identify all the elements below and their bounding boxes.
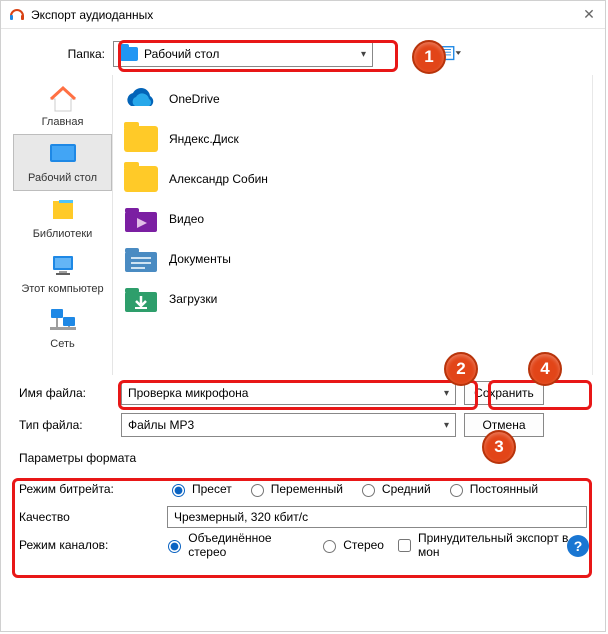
list-item-label: Загрузки — [169, 292, 217, 306]
list-item[interactable]: Видео — [119, 199, 586, 239]
channel-stereo-radio[interactable]: Стерео — [318, 537, 384, 553]
sidebar: Главная Рабочий стол Библиотеки Этот ком… — [13, 75, 113, 375]
help-icon[interactable]: ? — [567, 535, 589, 557]
bitrate-radios: Пресет Переменный Средний Постоянный — [167, 481, 538, 497]
list-item-label: OneDrive — [169, 92, 220, 106]
sidebar-item-label: Рабочий стол — [28, 172, 97, 184]
list-item[interactable]: OneDrive — [119, 79, 586, 119]
chevron-down-icon: ▾ — [444, 420, 449, 431]
list-item[interactable]: Яндекс.Диск — [119, 119, 586, 159]
onedrive-icon — [123, 84, 159, 114]
list-item-label: Яндекс.Диск — [169, 132, 239, 146]
video-folder-icon — [123, 204, 159, 234]
sidebar-item-home[interactable]: Главная — [13, 79, 112, 134]
filename-value: Проверка микрофона — [128, 386, 248, 400]
channel-label: Режим каналов: — [19, 538, 163, 552]
sidebar-item-libraries[interactable]: Библиотеки — [13, 191, 112, 246]
bitrate-label: Режим битрейта: — [19, 482, 167, 496]
filetype-label: Тип файла: — [13, 418, 113, 432]
documents-folder-icon — [123, 244, 159, 274]
close-icon[interactable]: ✕ — [581, 7, 597, 23]
filetype-value: Файлы MP3 — [128, 418, 194, 432]
list-item-label: Видео — [169, 212, 204, 226]
chevron-down-icon: ▾ — [361, 49, 366, 60]
titlebar: Экспорт аудиоданных ✕ — [1, 1, 605, 29]
chevron-down-icon: ▾ — [444, 388, 449, 399]
filetype-dropdown[interactable]: Файлы MP3 ▾ — [121, 413, 456, 437]
save-button[interactable]: Сохранить — [464, 381, 544, 405]
downloads-folder-icon — [123, 284, 159, 314]
view-options-icon[interactable] — [441, 44, 461, 64]
force-mono-checkbox[interactable]: Принудительный экспорт в мон — [394, 531, 587, 559]
bitrate-average-radio[interactable]: Средний — [357, 481, 431, 497]
bitrate-constant-radio[interactable]: Постоянный — [445, 481, 538, 497]
network-icon — [47, 307, 79, 335]
folder-icon — [123, 124, 159, 154]
bitrate-preset-radio[interactable]: Пресет — [167, 481, 232, 497]
quality-label: Качество — [19, 510, 167, 524]
sidebar-item-label: Этот компьютер — [21, 283, 103, 295]
new-folder-icon[interactable]: ✦ — [413, 44, 433, 64]
folder-icon — [120, 47, 138, 61]
format-heading: Параметры формата — [19, 451, 587, 465]
quality-dropdown[interactable]: Чрезмерный, 320 кбит/с — [167, 506, 587, 528]
file-list: OneDrive Яндекс.Диск Александр Собин Вид… — [113, 75, 593, 375]
svg-text:✦: ✦ — [424, 54, 430, 62]
folder-dropdown[interactable]: Рабочий стол ▾ — [113, 41, 373, 67]
list-item[interactable]: Документы — [119, 239, 586, 279]
filename-label: Имя файла: — [13, 386, 113, 400]
list-item[interactable]: Александр Собин — [119, 159, 586, 199]
app-icon — [9, 7, 25, 23]
folder-value: Рабочий стол — [144, 47, 219, 61]
bitrate-variable-radio[interactable]: Переменный — [246, 481, 343, 497]
library-icon — [47, 197, 79, 225]
quality-value: Чрезмерный, 320 кбит/с — [174, 510, 308, 524]
channel-radios: Объединённое стерео Стерео Принудительны… — [163, 531, 587, 559]
computer-icon — [47, 252, 79, 280]
home-icon — [47, 85, 79, 113]
list-item[interactable]: Загрузки — [119, 279, 586, 319]
sidebar-item-network[interactable]: Сеть — [13, 301, 112, 356]
desktop-icon — [47, 141, 79, 169]
sidebar-item-label: Сеть — [50, 338, 74, 350]
list-item-label: Документы — [169, 252, 231, 266]
format-section: Параметры формата Режим битрейта: Пресет… — [13, 451, 593, 559]
folder-icon — [123, 164, 159, 194]
channel-joint-radio[interactable]: Объединённое стерео — [163, 531, 308, 559]
filename-input[interactable]: Проверка микрофона ▾ — [121, 381, 456, 405]
sidebar-item-label: Главная — [42, 116, 84, 128]
cancel-button[interactable]: Отмена — [464, 413, 544, 437]
sidebar-item-computer[interactable]: Этот компьютер — [13, 246, 112, 301]
list-item-label: Александр Собин — [169, 172, 268, 186]
sidebar-item-desktop[interactable]: Рабочий стол — [13, 134, 112, 191]
sidebar-item-label: Библиотеки — [33, 228, 93, 240]
folder-label: Папка: — [13, 47, 113, 61]
window-title: Экспорт аудиоданных — [31, 8, 153, 22]
